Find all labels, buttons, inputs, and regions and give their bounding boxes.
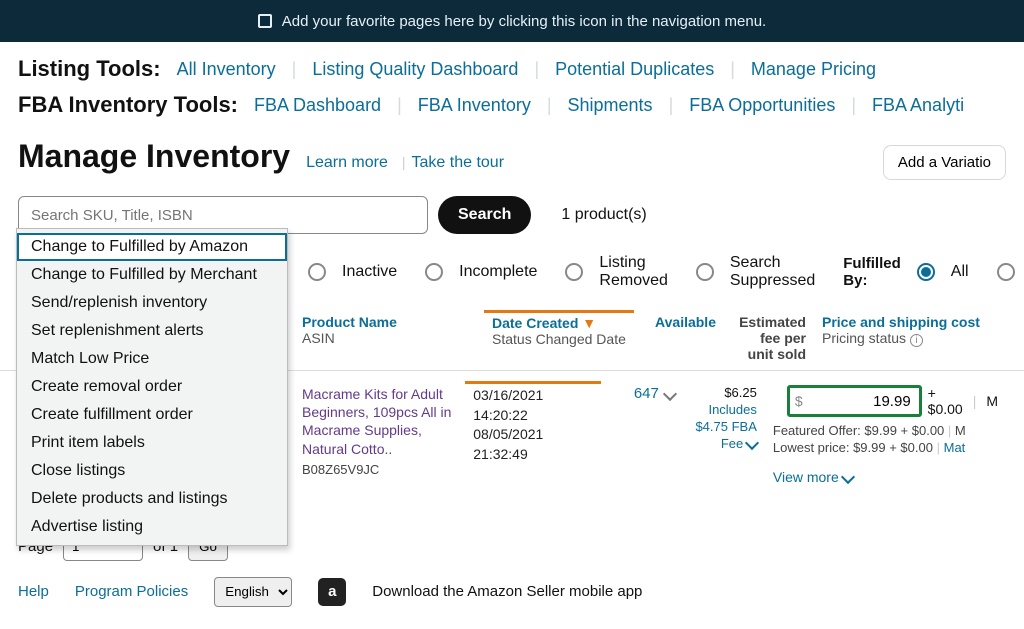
take-tour-link[interactable]: Take the tour bbox=[412, 154, 505, 172]
dd-create-removal-order[interactable]: Create removal order bbox=[17, 373, 287, 401]
product-name-link[interactable]: Macrame Kits for Adult Beginners, 109pcs… bbox=[302, 386, 451, 457]
filter-listing-removed[interactable]: Listing Removed bbox=[599, 254, 667, 290]
sort-desc-icon: ▼ bbox=[582, 315, 596, 331]
product-count: 1 product(s) bbox=[561, 206, 646, 224]
col-price[interactable]: Price and shipping cost bbox=[822, 314, 998, 330]
favorites-text: Add your favorite pages here by clicking… bbox=[282, 13, 766, 30]
language-select[interactable]: English bbox=[214, 577, 292, 607]
col-asin: ASIN bbox=[302, 330, 476, 346]
filter-incomplete-radio[interactable] bbox=[425, 263, 443, 281]
nav-listing-quality[interactable]: Listing Quality Dashboard bbox=[312, 59, 518, 80]
info-icon[interactable]: i bbox=[910, 334, 923, 347]
featured-offer: Featured Offer: $9.99 + $0.00 bbox=[773, 423, 944, 438]
chevron-down-icon bbox=[745, 436, 759, 450]
shipping-addon: + $0.00 bbox=[928, 385, 963, 417]
action-dropdown: Change to Fulfilled by Amazon Change to … bbox=[16, 228, 288, 546]
dd-fulfilled-amazon[interactable]: Change to Fulfilled by Amazon bbox=[17, 233, 287, 261]
program-policies-link[interactable]: Program Policies bbox=[75, 583, 188, 600]
fulfilled-by-label: Fulfilled By: bbox=[843, 255, 901, 289]
filter-search-suppressed[interactable]: Search Suppressed bbox=[730, 254, 815, 290]
col-status-changed: Status Changed Date bbox=[492, 331, 626, 347]
fba-tools-title: FBA Inventory Tools: bbox=[18, 92, 238, 118]
nav-fba-analytics[interactable]: FBA Analyti bbox=[872, 95, 964, 116]
learn-more-link[interactable]: Learn more bbox=[306, 154, 388, 172]
chevron-down-icon bbox=[663, 386, 677, 400]
dd-replenishment-alerts[interactable]: Set replenishment alerts bbox=[17, 317, 287, 345]
fulfilled-amazon-radio[interactable] bbox=[997, 263, 1015, 281]
dd-delete-products[interactable]: Delete products and listings bbox=[17, 485, 287, 513]
estimated-fee-cell: $6.25 Includes $4.75 FBA Fee bbox=[683, 381, 765, 457]
fba-tools-nav: FBA Inventory Tools: FBA Dashboard| FBA … bbox=[0, 88, 1024, 128]
listing-tools-nav: Listing Tools: All Inventory| Listing Qu… bbox=[0, 42, 1024, 88]
dd-advertise-listing[interactable]: Advertise listing bbox=[17, 513, 287, 541]
page-header: Manage Inventory Learn more | Take the t… bbox=[0, 128, 1024, 196]
col-product-name[interactable]: Product Name bbox=[302, 314, 476, 330]
status-changed-value: 08/05/2021 21:32:49 bbox=[473, 425, 593, 464]
dd-match-low-price[interactable]: Match Low Price bbox=[17, 345, 287, 373]
col-available[interactable]: Available bbox=[655, 314, 716, 330]
favorites-banner: Add your favorite pages here by clicking… bbox=[0, 0, 1024, 42]
chevron-down-icon bbox=[841, 470, 855, 484]
app-icon: a bbox=[318, 578, 346, 606]
dd-send-replenish[interactable]: Send/replenish inventory bbox=[17, 289, 287, 317]
page-title: Manage Inventory bbox=[18, 138, 290, 175]
download-app-link[interactable]: Download the Amazon Seller mobile app bbox=[372, 583, 642, 600]
nav-fba-dashboard[interactable]: FBA Dashboard bbox=[254, 95, 381, 116]
bookmark-icon bbox=[258, 14, 272, 28]
nav-fba-opportunities[interactable]: FBA Opportunities bbox=[689, 95, 835, 116]
dd-fulfilled-merchant[interactable]: Change to Fulfilled by Merchant bbox=[17, 261, 287, 289]
filter-incomplete[interactable]: Incomplete bbox=[459, 263, 537, 281]
date-created-value: 03/16/2021 14:20:22 bbox=[473, 386, 593, 425]
dd-close-listings[interactable]: Close listings bbox=[17, 457, 287, 485]
col-date-created[interactable]: Date Created bbox=[492, 315, 578, 331]
filter-search-suppressed-radio[interactable] bbox=[696, 263, 714, 281]
nav-shipments[interactable]: Shipments bbox=[568, 95, 653, 116]
available-value: 647 bbox=[634, 385, 659, 402]
currency-icon: $ bbox=[795, 393, 803, 409]
search-button[interactable]: Search bbox=[438, 196, 531, 234]
fulfilled-all-radio[interactable] bbox=[917, 263, 935, 281]
footer-links: Help Program Policies English a Download… bbox=[0, 567, 1024, 617]
dd-print-item-labels[interactable]: Print item labels bbox=[17, 429, 287, 457]
dd-create-fulfillment-order[interactable]: Create fulfillment order bbox=[17, 401, 287, 429]
help-link[interactable]: Help bbox=[18, 583, 49, 600]
listing-tools-title: Listing Tools: bbox=[18, 56, 161, 82]
nav-all-inventory[interactable]: All Inventory bbox=[177, 59, 276, 80]
fulfilled-all[interactable]: All bbox=[951, 263, 969, 281]
product-asin: B08Z65V9JC bbox=[302, 462, 457, 477]
col-estimated-fee: Estimated fee per unit sold bbox=[724, 310, 814, 366]
view-more-link[interactable]: View more bbox=[773, 469, 998, 485]
available-cell[interactable]: 647 bbox=[601, 381, 683, 406]
lowest-price: Lowest price: $9.99 + $0.00 bbox=[773, 440, 933, 455]
nav-potential-duplicates[interactable]: Potential Duplicates bbox=[555, 59, 714, 80]
filter-inactive[interactable]: Inactive bbox=[342, 263, 397, 281]
price-input[interactable] bbox=[787, 385, 922, 417]
match-link[interactable]: Mat bbox=[944, 440, 966, 455]
col-pricing-status: Pricing status bbox=[822, 330, 906, 346]
filter-listing-removed-radio[interactable] bbox=[565, 263, 583, 281]
filter-inactive-radio[interactable] bbox=[308, 263, 326, 281]
nav-manage-pricing[interactable]: Manage Pricing bbox=[751, 59, 876, 80]
add-variation-button[interactable]: Add a Variatio bbox=[883, 145, 1006, 180]
price-m: M bbox=[986, 393, 998, 409]
nav-fba-inventory[interactable]: FBA Inventory bbox=[418, 95, 531, 116]
